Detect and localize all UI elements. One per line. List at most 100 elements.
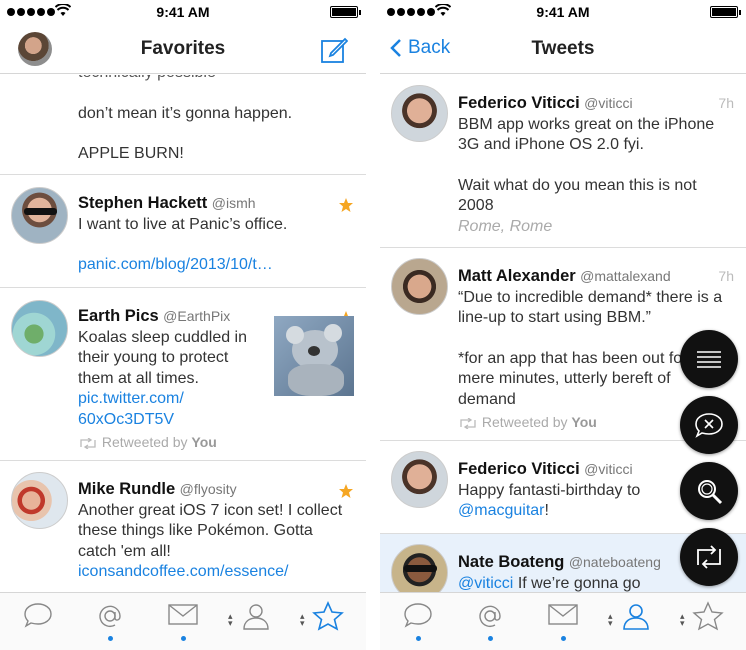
envelope-icon [548,604,578,625]
retweet-meta: Retweeted by You [78,432,266,453]
reply-button[interactable] [680,396,738,454]
at-icon [99,605,121,628]
author-name[interactable]: Mike Rundle [78,480,175,498]
tab-profile[interactable] [616,601,656,643]
updown-icon[interactable]: ▴ ▾ [300,612,305,628]
tab-timeline[interactable] [398,601,438,643]
tweet-text: ! [544,502,549,519]
tab-bar: ▴ ▾ ▴ ▾ [0,592,366,650]
tweet-link[interactable]: iconsandcoffee.com/essence/ [78,562,354,583]
navbar: Favorites [0,24,366,74]
status-bar: 9:41 AM [380,0,746,24]
tab-profile[interactable] [236,601,276,643]
star-icon [692,601,724,631]
tab-mentions[interactable] [90,601,130,643]
author-handle[interactable]: @flyosity [180,481,237,497]
tab-timeline[interactable] [18,601,58,643]
list-icon [697,351,721,368]
unread-dot [180,636,186,641]
list-button[interactable] [680,330,738,388]
person-icon [243,604,269,630]
avatar[interactable] [391,258,448,315]
author-name[interactable]: Matt Alexander [458,267,576,285]
updown-icon[interactable]: ▴ ▾ [228,612,233,628]
tweet-text: I want to live at Panic’s office. [78,215,288,233]
person-icon [623,604,649,630]
tweet-link[interactable]: 60xOc3DT5V [78,410,266,431]
battery-icon [330,6,361,18]
tweet-partial[interactable]: technically possible don’t mean it’s gon… [0,75,366,175]
tab-messages[interactable] [543,601,583,643]
tweet-link[interactable]: panic.com/blog/2013/10/t… [78,255,336,276]
author-handle[interactable]: @viticci [584,461,632,477]
author-name[interactable]: Federico Viticci [458,94,580,112]
status-time: 9:41 AM [156,4,210,20]
battery-icon [710,6,741,18]
updown-icon[interactable]: ▴ ▾ [680,612,685,628]
search-icon [698,480,723,505]
tab-mentions[interactable] [470,601,510,643]
author-name[interactable]: Nate Boateng [458,553,564,571]
mention-link[interactable]: @macguitar [458,502,545,519]
author-handle[interactable]: @nateboateng [569,554,661,570]
envelope-icon [168,604,198,625]
star-icon [339,198,353,212]
tab-favorites[interactable] [308,601,348,643]
timeline[interactable]: technically possible don’t mean it’s gon… [0,75,366,592]
updown-icon[interactable]: ▴ ▾ [608,612,613,628]
avatar[interactable] [391,544,448,592]
tweet-link[interactable]: pic.twitter.com/ [78,389,266,410]
tweet-text: BBM app works great on the iPhone 3G and… [458,115,715,154]
avatar[interactable] [391,451,448,508]
retweet-icon [80,437,96,450]
avatar[interactable] [11,472,68,529]
retweet-by: You [191,434,217,450]
page-title: Favorites [140,38,226,59]
retweet-button[interactable] [680,528,738,586]
mention-link[interactable]: @viticci [458,575,513,592]
tweet-text: Wait what do you mean this is not 2008 [458,176,697,215]
status-bar: 9:41 AM [0,0,366,24]
tweet-place: Rome, Rome [458,217,553,235]
tweet-federico-viticci[interactable]: 7h Federico Viticci @viticci BBM app wor… [380,75,746,248]
retweet-icon [460,417,476,430]
speech-bubble-x-icon [695,413,723,438]
author-name[interactable]: Federico Viticci [458,460,580,478]
author-handle[interactable]: @mattalexand [580,268,670,284]
tweet-text: “Due to incredible demand* there is a li… [458,288,723,327]
retweet-icon [697,545,721,569]
author-handle[interactable]: @ismh [212,195,256,211]
avatar[interactable] [11,187,68,244]
status-time: 9:41 AM [536,4,590,20]
speech-bubble-icon [404,603,432,628]
compose-icon[interactable] [320,36,348,64]
tweet-text: APPLE BURN! [78,145,184,162]
tweet-text: Another great iOS 7 icon set! I collect … [78,501,343,560]
unread-dot [415,636,421,641]
search-button[interactable] [680,462,738,520]
koala-photo[interactable] [274,316,354,396]
avatar[interactable] [11,300,68,357]
retweet-label: Retweeted by [101,434,188,450]
author-handle[interactable]: @EarthPix [163,308,230,324]
tweet-stephen-hackett[interactable]: Stephen Hackett @ismh I want to live at … [0,175,366,288]
unread-dot [107,636,113,641]
avatar[interactable] [391,85,448,142]
author-name[interactable]: Earth Pics [78,307,159,325]
favorites-screen: 9:41 AM Favorites technically possible d… [0,0,366,650]
at-icon [479,605,501,628]
navbar: Back Tweets [380,24,746,74]
tab-messages[interactable] [163,601,203,643]
author-handle[interactable]: @viticci [584,95,632,111]
author-name[interactable]: Stephen Hackett [78,194,207,212]
page-title: Tweets [531,38,595,59]
tab-favorites[interactable] [688,601,728,643]
unread-dot [487,636,493,641]
tab-bar: ▴ ▾ ▴ ▾ [380,592,746,650]
star-icon [312,601,344,631]
tweet-text: Happy fantasti-birthday to [458,481,641,499]
tweet-mike-rundle[interactable]: Mike Rundle @flyosity Another great iOS … [0,461,366,592]
tweet-text: Koalas sleep cuddled in their young to p… [78,328,248,387]
tweet-earth-pics[interactable]: Earth Pics @EarthPix Koalas sleep cuddle… [0,288,366,461]
retweet-by: You [571,414,597,430]
